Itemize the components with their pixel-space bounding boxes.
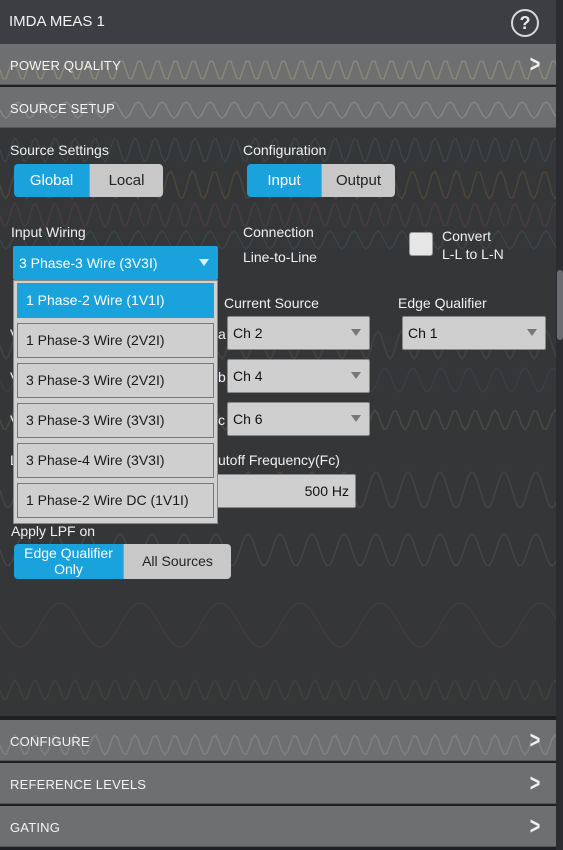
convert-label-line2: L-L to L-N [442, 246, 504, 262]
current-source-a-dropdown[interactable]: Ch 2 [227, 316, 370, 350]
title-bar: IMDA MEAS 1 ? [0, 0, 556, 44]
section-reference-levels[interactable]: REFERENCE LEVELS > [0, 763, 556, 804]
section-label: GATING [10, 820, 61, 835]
section-label: REFERENCE LEVELS [10, 777, 147, 792]
cutoff-frequency-input[interactable]: 500 Hz [214, 474, 356, 508]
section-configure[interactable]: CONFIGURE > [0, 720, 556, 761]
panel-title: IMDA MEAS 1 [9, 13, 105, 30]
input-wiring-value: 3 Phase-3 Wire (3V3I) [19, 255, 158, 271]
connection-value: Line-to-Line [243, 249, 317, 265]
apply-lpf-all-sources-button[interactable]: All Sources [123, 544, 231, 579]
imda-meas-panel: IMDA MEAS 1 ? POWER QUALITY > SOURCE SET… [0, 0, 556, 850]
wiring-option[interactable]: 1 Phase-3 Wire (2V2I) [17, 323, 214, 358]
scroll-track[interactable] [556, 0, 563, 850]
chevron-right-icon: > [529, 770, 541, 797]
current-source-c-value: Ch 6 [233, 411, 263, 427]
wiring-option[interactable]: 3 Phase-3 Wire (3V3I) [17, 403, 214, 438]
wiring-option[interactable]: 3 Phase-3 Wire (2V2I) [17, 363, 214, 398]
configuration-input-button[interactable]: Input [247, 164, 321, 197]
cutoff-frequency-label: utoff Frequency(Fc) [218, 452, 340, 468]
section-gating[interactable]: GATING > [0, 806, 556, 847]
current-source-b-dropdown[interactable]: Ch 4 [227, 359, 370, 393]
voltage-source-suffix-c: c [218, 412, 225, 428]
help-icon[interactable]: ? [511, 9, 539, 37]
edge-qualifier-dropdown[interactable]: Ch 1 [402, 316, 546, 350]
section-label: POWER QUALITY [10, 58, 121, 73]
source-settings-global-button[interactable]: Global [14, 164, 89, 197]
wiring-option[interactable]: 1 Phase-2 Wire DC (1V1I) [17, 483, 214, 518]
apply-lpf-edge-qualifier-line1: Edge Qualifier [24, 545, 113, 561]
apply-lpf-label: Apply LPF on [11, 523, 96, 539]
convert-checkbox[interactable] [409, 232, 433, 256]
source-settings-label: Source Settings [10, 142, 109, 158]
chevron-right-icon: > [529, 727, 541, 754]
chevron-right-icon: > [529, 51, 541, 78]
chevron-down-icon [351, 329, 361, 336]
section-power-quality[interactable]: POWER QUALITY > [0, 44, 556, 85]
apply-lpf-edge-qualifier-line2: Only [54, 561, 83, 577]
cutoff-frequency-value: 500 Hz [304, 483, 349, 499]
edge-qualifier-value: Ch 1 [408, 325, 438, 341]
voltage-source-suffix-a: a [218, 326, 226, 342]
section-label: CONFIGURE [10, 734, 90, 749]
section-source-setup[interactable]: SOURCE SETUP [0, 87, 556, 128]
current-source-b-value: Ch 4 [233, 368, 263, 384]
section-label: SOURCE SETUP [10, 101, 115, 116]
apply-lpf-edge-qualifier-button[interactable]: Edge Qualifier Only [14, 544, 123, 579]
edge-qualifier-label: Edge Qualifier [398, 295, 487, 311]
input-wiring-dropdown[interactable]: 3 Phase-3 Wire (3V3I) [13, 246, 218, 280]
scroll-thumb[interactable] [557, 270, 563, 340]
chevron-down-icon [351, 372, 361, 379]
wiring-option[interactable]: 3 Phase-4 Wire (3V3I) [17, 443, 214, 478]
convert-label-line1: Convert [442, 228, 492, 244]
current-source-a-value: Ch 2 [233, 325, 263, 341]
voltage-source-suffix-b: b [218, 369, 226, 385]
configuration-label: Configuration [243, 142, 327, 158]
source-settings-local-button[interactable]: Local [89, 164, 163, 197]
chevron-right-icon: > [529, 813, 541, 840]
input-wiring-label: Input Wiring [11, 224, 86, 240]
current-source-c-dropdown[interactable]: Ch 6 [227, 402, 370, 436]
chevron-down-icon [527, 329, 537, 336]
wiring-option[interactable]: 1 Phase-2 Wire (1V1I) [17, 283, 214, 318]
chevron-down-icon [199, 259, 209, 266]
configuration-output-button[interactable]: Output [321, 164, 395, 197]
connection-label: Connection [243, 224, 314, 240]
chevron-down-icon [351, 415, 361, 422]
current-source-label: Current Source [224, 295, 319, 311]
input-wiring-menu: 1 Phase-2 Wire (1V1I) 1 Phase-3 Wire (2V… [13, 280, 218, 524]
